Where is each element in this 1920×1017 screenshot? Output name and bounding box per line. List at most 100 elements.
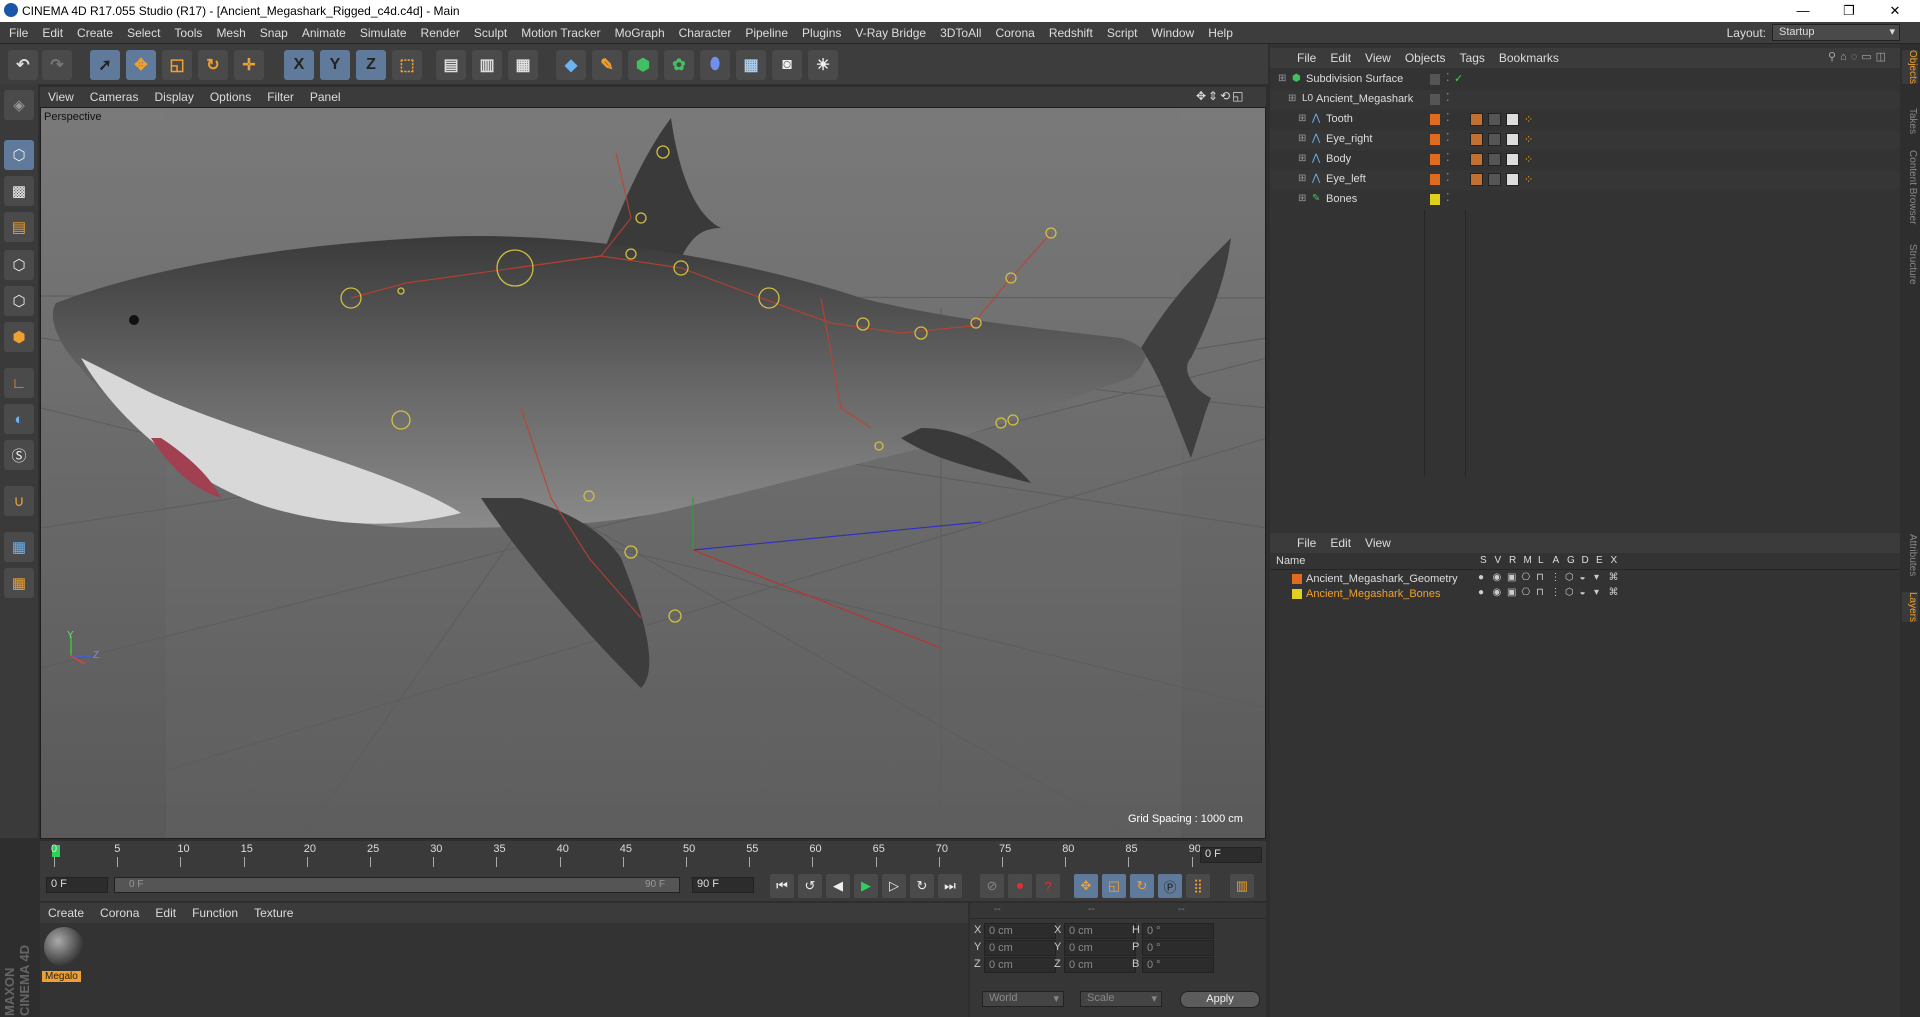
menu-create[interactable]: Create (70, 26, 120, 40)
visibility-dots-icon[interactable]: ⁚ (1446, 131, 1450, 144)
make-editable-icon[interactable]: ◈ (4, 90, 34, 120)
axis-mode-icon[interactable]: ∟ (4, 368, 34, 398)
texture-tag-icon[interactable] (1506, 173, 1519, 186)
coord-value-field[interactable] (1064, 923, 1136, 939)
layer-color-swatch[interactable] (1430, 94, 1440, 105)
layer-menu-file[interactable]: File (1290, 536, 1323, 550)
texture-mode-icon[interactable]: ▩ (4, 176, 34, 206)
material-tag-icon[interactable] (1488, 153, 1501, 166)
y-axis-lock-icon[interactable]: Y (320, 50, 350, 80)
layer-color-swatch[interactable] (1430, 134, 1440, 145)
visibility-dots-icon[interactable]: ⁚ (1446, 151, 1450, 164)
generators-icon[interactable]: ⬡ (1565, 572, 1574, 583)
view-icon[interactable]: ◉ (1493, 587, 1502, 598)
coord-value-field[interactable] (984, 923, 1056, 939)
close-button[interactable]: ✕ (1872, 0, 1918, 22)
render-icon[interactable]: ▣ (1507, 572, 1516, 583)
object-manager-tool-icons[interactable]: ⚲⌂◌▭◫ (1828, 50, 1890, 63)
layer-color-swatch[interactable] (1292, 574, 1302, 584)
camera-label[interactable]: Perspective (44, 111, 101, 123)
key-pla-icon[interactable]: ⣿ (1186, 874, 1210, 898)
render-settings-icon[interactable]: ▦ (508, 50, 538, 80)
last-tool-icon[interactable]: ✛ (234, 50, 264, 80)
menu-tools[interactable]: Tools (167, 26, 209, 40)
polygons-mode-icon[interactable]: ⬢ (4, 322, 34, 352)
menu-simulate[interactable]: Simulate (353, 26, 414, 40)
menu-redshift[interactable]: Redshift (1042, 26, 1100, 40)
menu-file[interactable]: File (2, 26, 35, 40)
range-end-field[interactable]: 90 F (692, 877, 754, 893)
lock-icon[interactable]: ⊓ (1536, 587, 1544, 598)
maximize-button[interactable]: ❐ (1826, 0, 1872, 22)
menu-window[interactable]: Window (1145, 26, 1202, 40)
viewport-menu-panel[interactable]: Panel (302, 90, 349, 104)
rotate-icon[interactable]: ↻ (198, 50, 228, 80)
visibility-dots-icon[interactable]: ⁚ (1446, 71, 1450, 84)
perspective-viewport[interactable]: Perspective Y Z Grid Spacing : 1000 cm (40, 107, 1266, 839)
material-preview-icon[interactable] (44, 927, 84, 967)
workplane-mode-icon[interactable]: ▤ (4, 212, 34, 242)
object-menu-objects[interactable]: Objects (1398, 51, 1453, 65)
coord-mode-dropdown[interactable]: World ▾ (982, 991, 1064, 1007)
menu-help[interactable]: Help (1201, 26, 1240, 40)
coord-value-field[interactable] (1064, 940, 1136, 956)
z-axis-lock-icon[interactable]: Z (356, 50, 386, 80)
menu-render[interactable]: Render (414, 26, 467, 40)
viewport-menu-options[interactable]: Options (202, 90, 259, 104)
viewport-menu-view[interactable]: View (40, 90, 82, 104)
viewport-menu-display[interactable]: Display (146, 90, 201, 104)
layer-color-swatch[interactable] (1430, 194, 1440, 205)
material-menu-function[interactable]: Function (184, 906, 246, 920)
key-rotation-icon[interactable]: ↻ (1130, 874, 1154, 898)
render-view-icon[interactable]: ▤ (436, 50, 466, 80)
layer-menu-edit[interactable]: Edit (1323, 536, 1358, 550)
menu-corona[interactable]: Corona (988, 26, 1041, 40)
tab-attributes[interactable]: Attributes (1902, 534, 1918, 576)
object-menu-tags[interactable]: Tags (1453, 51, 1492, 65)
object-menu-file[interactable]: File (1290, 51, 1323, 65)
expand-toggle-icon[interactable]: ⊞ (1298, 133, 1306, 144)
animation-icon[interactable]: ⋮ (1551, 587, 1561, 598)
visibility-dots-icon[interactable]: ⁚ (1446, 171, 1450, 184)
go-to-end-icon[interactable]: ⏭ (938, 874, 962, 898)
coord-value-field[interactable] (1142, 923, 1214, 939)
menu-script[interactable]: Script (1100, 26, 1145, 40)
size-mode-dropdown[interactable]: Scale ▾ (1080, 991, 1162, 1007)
deformers-icon[interactable]: ◒ (1580, 587, 1586, 598)
key-scale-icon[interactable]: ◱ (1102, 874, 1126, 898)
menu-pipeline[interactable]: Pipeline (738, 26, 795, 40)
play-icon[interactable]: ▶ (854, 874, 878, 898)
record-keys-icon[interactable]: ⊘ (980, 874, 1004, 898)
deformers-icon[interactable]: ◒ (1580, 572, 1586, 583)
subdivision-generator-icon[interactable]: ⬢ (628, 50, 658, 80)
object-menu-bookmarks[interactable]: Bookmarks (1492, 51, 1566, 65)
magnet-icon[interactable]: ∪ (4, 486, 34, 516)
tab-content-browser[interactable]: Content Browser (1902, 150, 1918, 224)
tab-structure[interactable]: Structure (1902, 244, 1918, 285)
expressions-icon[interactable]: ▾ (1594, 572, 1599, 583)
coordinate-system-icon[interactable]: ⬚ (392, 50, 422, 80)
coord-value-field[interactable] (1142, 957, 1214, 973)
visibility-dots-icon[interactable]: ⁚ (1446, 111, 1450, 124)
visibility-dots-icon[interactable]: ⁚ (1446, 91, 1450, 104)
menu-edit[interactable]: Edit (35, 26, 70, 40)
menu-sculpt[interactable]: Sculpt (467, 26, 514, 40)
coord-value-field[interactable] (984, 940, 1056, 956)
layer-menu-view[interactable]: View (1358, 536, 1398, 550)
x-axis-lock-icon[interactable]: X (284, 50, 314, 80)
layer-color-swatch[interactable] (1430, 154, 1440, 165)
manager-icon[interactable]: ⎔ (1522, 572, 1531, 583)
menu-plugins[interactable]: Plugins (795, 26, 848, 40)
snap-icon[interactable]: Ⓢ (4, 440, 34, 470)
go-to-start-icon[interactable]: ⏮ (770, 874, 794, 898)
next-key-icon[interactable]: ↻ (910, 874, 934, 898)
key-position-icon[interactable]: ✥ (1074, 874, 1098, 898)
coord-value-field[interactable] (1064, 957, 1136, 973)
material-menu-corona[interactable]: Corona (92, 906, 147, 920)
weight-tag-icon[interactable] (1470, 173, 1483, 186)
layer-color-swatch[interactable] (1292, 589, 1302, 599)
animation-icon[interactable]: ⋮ (1551, 572, 1561, 583)
grid-snap-icon[interactable]: ▦ (4, 568, 34, 598)
menu-snap[interactable]: Snap (253, 26, 295, 40)
current-frame-field[interactable]: 0 F (1200, 847, 1262, 863)
